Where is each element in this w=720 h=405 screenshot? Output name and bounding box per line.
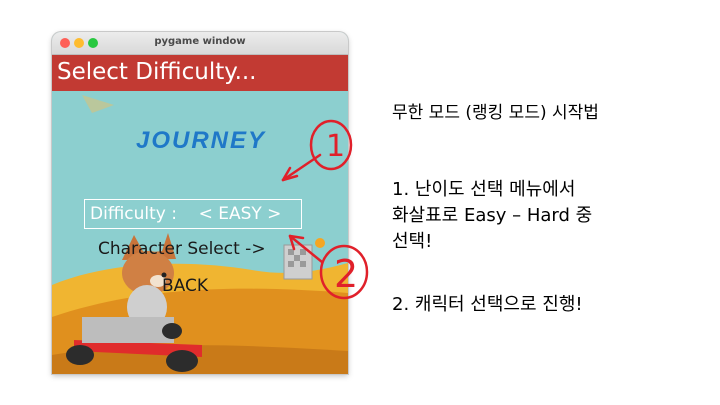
step1-line2: 화살표로 Easy – Hard 중 [392,205,593,226]
game-canvas: Select Difficulty... JOURNEY Difficulty … [52,55,348,374]
pygame-window: pygame window Select Difficulty... JOURN… [52,32,348,374]
difficulty-selector[interactable]: Difficulty : < EASY > [84,199,302,229]
step1-line1: 1. 난이도 선택 메뉴에서 [392,179,576,200]
title-banner: Select Difficulty... [52,55,348,91]
instructions-step-1: 1. 난이도 선택 메뉴에서 화살표로 Easy – Hard 중 선택! [392,177,692,255]
character-select-button[interactable]: Character Select -> [98,239,266,259]
instructions-step-2: 2. 캐릭터 선택으로 진행! [392,294,583,315]
step1-line3: 선택! [392,231,433,252]
window-title: pygame window [154,36,246,47]
instructions-title: 무한 모드 (랭킹 모드) 시작법 [392,103,599,123]
window-titlebar: pygame window [52,32,348,55]
back-button[interactable]: BACK [162,276,208,296]
banner-title: Select Difficulty... [57,59,257,85]
game-logo: JOURNEY [136,127,267,154]
